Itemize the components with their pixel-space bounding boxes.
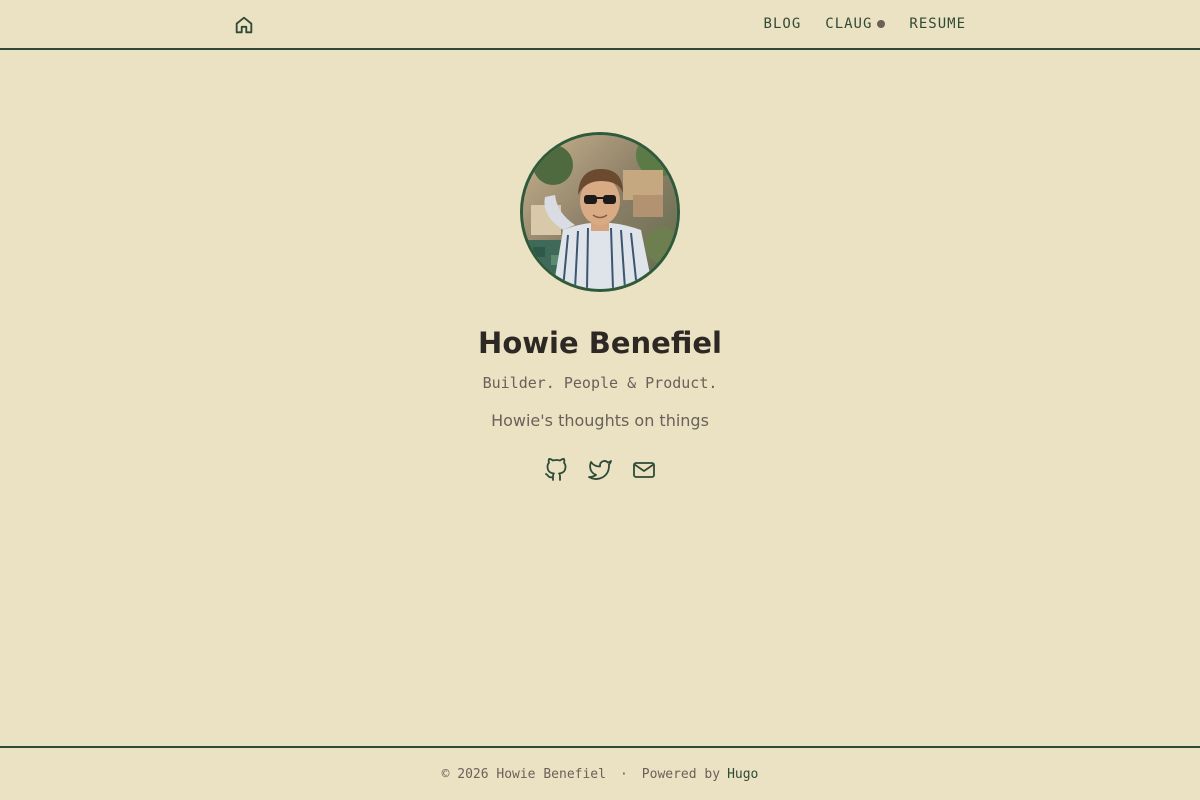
twitter-link[interactable] bbox=[588, 458, 612, 482]
github-link[interactable] bbox=[544, 458, 568, 482]
nav-link-blog-label: BLOG bbox=[763, 16, 802, 32]
mail-link[interactable] bbox=[632, 458, 656, 482]
nav-link-claug[interactable]: CLAUG bbox=[825, 16, 886, 32]
mail-icon bbox=[633, 462, 655, 478]
github-icon bbox=[545, 458, 567, 481]
home-link[interactable] bbox=[233, 14, 255, 36]
hugo-link[interactable]: Hugo bbox=[727, 767, 758, 782]
profile-description: Howie's thoughts on things bbox=[491, 411, 709, 430]
profile-avatar bbox=[520, 132, 680, 292]
nav-link-blog[interactable]: BLOG bbox=[764, 16, 802, 32]
profile-photo bbox=[523, 135, 677, 289]
profile-tagline: Builder. People & Product. bbox=[482, 374, 718, 392]
social-links bbox=[0, 458, 1200, 482]
profile-name: Howie Benefiel bbox=[478, 326, 722, 360]
status-dot bbox=[877, 20, 886, 28]
home-icon bbox=[235, 16, 253, 34]
footer-copyright: © 2026 Howie Benefiel bbox=[441, 766, 606, 782]
main-nav: BLOG CLAUG RESUME bbox=[764, 0, 966, 48]
page-footer: © 2026 Howie Benefiel · Powered by Hugo bbox=[0, 746, 1200, 800]
nav-link-resume[interactable]: RESUME bbox=[909, 16, 966, 32]
footer-separator: · bbox=[619, 766, 628, 782]
nav-link-claug-label: CLAUG bbox=[825, 16, 873, 32]
top-navigation-bar: BLOG CLAUG RESUME bbox=[0, 0, 1200, 50]
footer-powered-by: Powered by bbox=[641, 766, 721, 782]
twitter-icon bbox=[588, 460, 612, 480]
nav-link-resume-label: RESUME bbox=[909, 16, 966, 32]
